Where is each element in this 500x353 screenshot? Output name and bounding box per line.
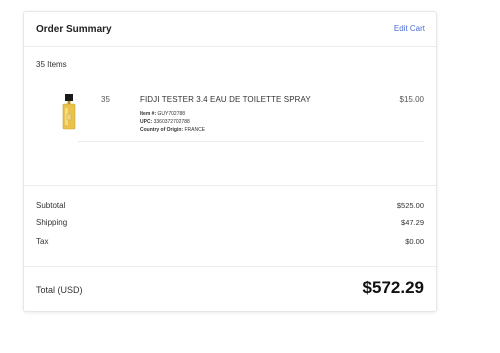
- upc-value: 3360372702788: [153, 119, 190, 125]
- tax-value: $0.00: [405, 237, 424, 246]
- items-count: 35 Items: [36, 60, 67, 69]
- perfume-bottle-icon: [62, 94, 76, 130]
- item-origin: Country of Origin: FRANCE: [140, 127, 205, 133]
- item-quantity: 35: [101, 95, 110, 104]
- item-divider: [78, 141, 424, 142]
- edit-cart-link[interactable]: Edit Cart: [394, 24, 425, 33]
- shipping-value: $47.29: [401, 218, 424, 227]
- item-number-label: Item #:: [140, 111, 157, 117]
- product-name: FIDJI TESTER 3.4 EAU DE TOILETTE SPRAY: [140, 95, 311, 104]
- origin-value: FRANCE: [184, 127, 206, 133]
- subtotal-label: Subtotal: [36, 201, 66, 210]
- total-label: Total (USD): [36, 285, 83, 295]
- upc-label: UPC:: [140, 119, 153, 125]
- order-summary-header: Order Summary Edit Cart: [24, 12, 436, 47]
- subtotal-value: $525.00: [396, 201, 424, 210]
- item-number: Item #: GUY702788: [140, 111, 185, 117]
- total-value: $572.29: [362, 278, 424, 297]
- order-summary-card: Order Summary Edit Cart 35 Items 35 FIDJ…: [23, 11, 437, 312]
- origin-label: Country of Origin:: [140, 127, 184, 133]
- section-divider: [24, 185, 436, 186]
- shipping-label: Shipping: [36, 218, 68, 227]
- order-summary-title: Order Summary: [36, 24, 112, 35]
- item-number-value: GUY702788: [157, 111, 186, 117]
- product-price: $15.00: [399, 95, 424, 104]
- tax-label: Tax: [36, 237, 49, 246]
- item-upc: UPC: 3360372702788: [140, 119, 190, 125]
- total-divider: [24, 266, 436, 267]
